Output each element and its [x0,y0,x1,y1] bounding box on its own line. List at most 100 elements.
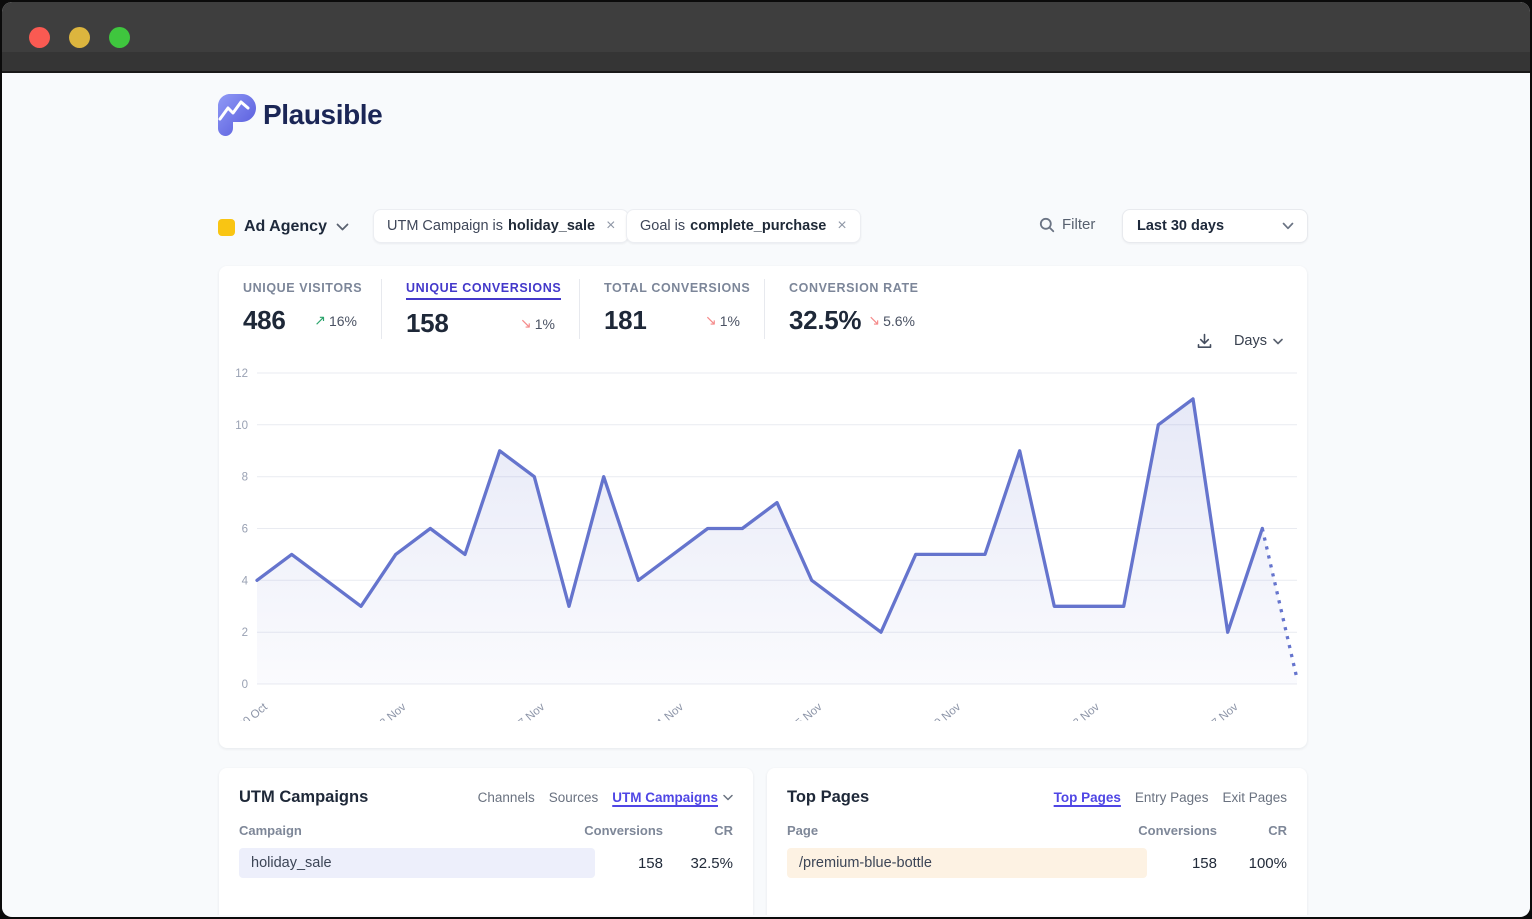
main-graph-panel: UNIQUE VISITORS 486 ↗ 16% UNIQUE CONVERS… [219,266,1307,748]
table-row[interactable]: holiday_sale 158 32.5% [239,848,733,878]
svg-text:3 Nov: 3 Nov [378,701,409,721]
plausible-logo-text: Plausible [263,99,382,131]
close-icon[interactable]: × [606,218,615,234]
panel-title: UTM Campaigns [239,788,368,807]
svg-text:11 Nov: 11 Nov [651,701,686,721]
site-selector[interactable]: Ad Agency [218,212,349,242]
row-conversions: 158 [568,855,663,872]
panel-title: Top Pages [787,788,869,807]
svg-text:0: 0 [242,679,248,691]
stat-label-active: UNIQUE CONVERSIONS [406,281,561,300]
svg-text:15 Nov: 15 Nov [789,701,825,721]
table-header: Page Conversions CR [787,823,1287,838]
stat-value: 32.5% [789,305,861,336]
site-name: Ad Agency [244,218,327,236]
row-cr: 100% [1217,855,1287,872]
site-favicon-icon [218,219,235,236]
chevron-down-icon [1282,222,1294,230]
source-tabs: Channels Sources UTM Campaigns [478,790,733,805]
row-campaign-name[interactable]: holiday_sale [239,855,568,871]
stat-value: 181 [604,305,646,336]
filter-chip-utm-campaign[interactable]: UTM Campaign is holiday_sale × [373,209,629,243]
top-stats-row: UNIQUE VISITORS 486 ↗ 16% UNIQUE CONVERS… [243,279,963,339]
utm-campaigns-panel: UTM Campaigns Channels Sources UTM Campa… [219,768,753,915]
svg-text:8: 8 [242,472,248,484]
chevron-down-icon [336,223,349,231]
table-header: Campaign Conversions CR [239,823,733,838]
chevron-down-icon [1273,338,1283,345]
tab-label: UTM Campaigns [612,790,718,805]
close-icon[interactable]: × [837,218,846,234]
browser-window: Plausible Ad Agency UTM Campaign is holi… [2,2,1530,917]
stat-unique-visitors[interactable]: UNIQUE VISITORS 486 ↗ 16% [243,279,382,339]
chip-value: complete_purchase [690,218,826,234]
chevron-down-icon [723,794,733,801]
window-titlebar [2,2,1530,52]
date-range-value: Last 30 days [1137,218,1224,234]
stat-total-conversions[interactable]: TOTAL CONVERSIONS 181 ↘ 1% [604,279,765,339]
chip-prefix: Goal is [640,218,685,234]
stat-label: CONVERSION RATE [789,281,919,295]
tab-exit-pages[interactable]: Exit Pages [1222,790,1287,805]
column-campaign: Campaign [239,823,568,838]
column-page: Page [787,823,1122,838]
svg-text:2: 2 [242,627,248,639]
stat-label: TOTAL CONVERSIONS [604,281,750,295]
svg-text:27 Nov: 27 Nov [1205,701,1241,721]
top-pages-panel: Top Pages Top Pages Entry Pages Exit Pag… [767,768,1307,915]
column-cr: CR [663,823,733,838]
row-cr: 32.5% [663,855,733,872]
tab-top-pages[interactable]: Top Pages [1054,790,1121,805]
stat-change: ↘ 1% [705,312,740,329]
svg-text:12: 12 [235,368,248,380]
tab-entry-pages[interactable]: Entry Pages [1135,790,1209,805]
trend-down-icon: ↘ [705,312,717,329]
stat-change-pct: 5.6% [883,313,915,329]
svg-text:6: 6 [242,524,248,536]
window-zoom-button[interactable] [109,27,130,48]
tab-channels[interactable]: Channels [478,790,535,805]
column-conversions: Conversions [1122,823,1217,838]
add-filter-button[interactable]: Filter [1039,216,1095,233]
svg-text:4: 4 [242,575,249,587]
svg-text:10: 10 [235,420,248,432]
interval-label: Days [1234,333,1267,349]
column-cr: CR [1217,823,1287,838]
stat-change-pct: 16% [329,313,357,329]
stat-change: ↗ 16% [314,312,357,329]
svg-text:30 Oct: 30 Oct [236,701,270,721]
window-toolbar [2,52,1530,73]
stat-change: ↘ 1% [520,315,555,332]
svg-text:7 Nov: 7 Nov [516,701,547,721]
download-icon[interactable] [1195,332,1214,350]
table-row[interactable]: /premium-blue-bottle 158 100% [787,848,1287,878]
trend-down-icon: ↘ [520,315,532,332]
interval-selector[interactable]: Days [1234,333,1283,349]
stat-label: UNIQUE VISITORS [243,281,362,295]
row-conversions: 158 [1122,855,1217,872]
filter-chip-goal[interactable]: Goal is complete_purchase × [626,209,861,243]
stat-change-pct: 1% [720,313,740,329]
date-range-selector[interactable]: Last 30 days [1122,209,1308,243]
search-icon [1039,217,1055,233]
tab-utm-campaigns[interactable]: UTM Campaigns [612,790,733,805]
plausible-logo[interactable]: Plausible [218,94,382,136]
tab-sources[interactable]: Sources [549,790,599,805]
chip-value: holiday_sale [508,218,595,234]
chip-prefix: UTM Campaign is [387,218,503,234]
window-minimize-button[interactable] [69,27,90,48]
column-conversions: Conversions [568,823,663,838]
pages-tabs: Top Pages Entry Pages Exit Pages [1054,790,1287,805]
stat-conversion-rate[interactable]: CONVERSION RATE 32.5% ↘ 5.6% [789,279,939,339]
plausible-logo-icon [218,94,256,136]
filter-button-label: Filter [1062,216,1095,233]
trend-down-icon: ↘ [868,312,880,329]
window-close-button[interactable] [29,27,50,48]
stat-unique-conversions[interactable]: UNIQUE CONVERSIONS 158 ↘ 1% [406,279,580,339]
svg-text:23 Nov: 23 Nov [1066,701,1102,721]
chart-controls: Days [1195,332,1283,350]
svg-text:19 Nov: 19 Nov [928,701,964,721]
row-page-name[interactable]: /premium-blue-bottle [787,855,1122,871]
stat-change: ↘ 5.6% [868,312,915,329]
conversions-line-chart: 0 2 4 6 8 10 12 30 Oct 3 Nov 7 Nov 11 Nov 15 Nov 19 … [225,361,1305,721]
